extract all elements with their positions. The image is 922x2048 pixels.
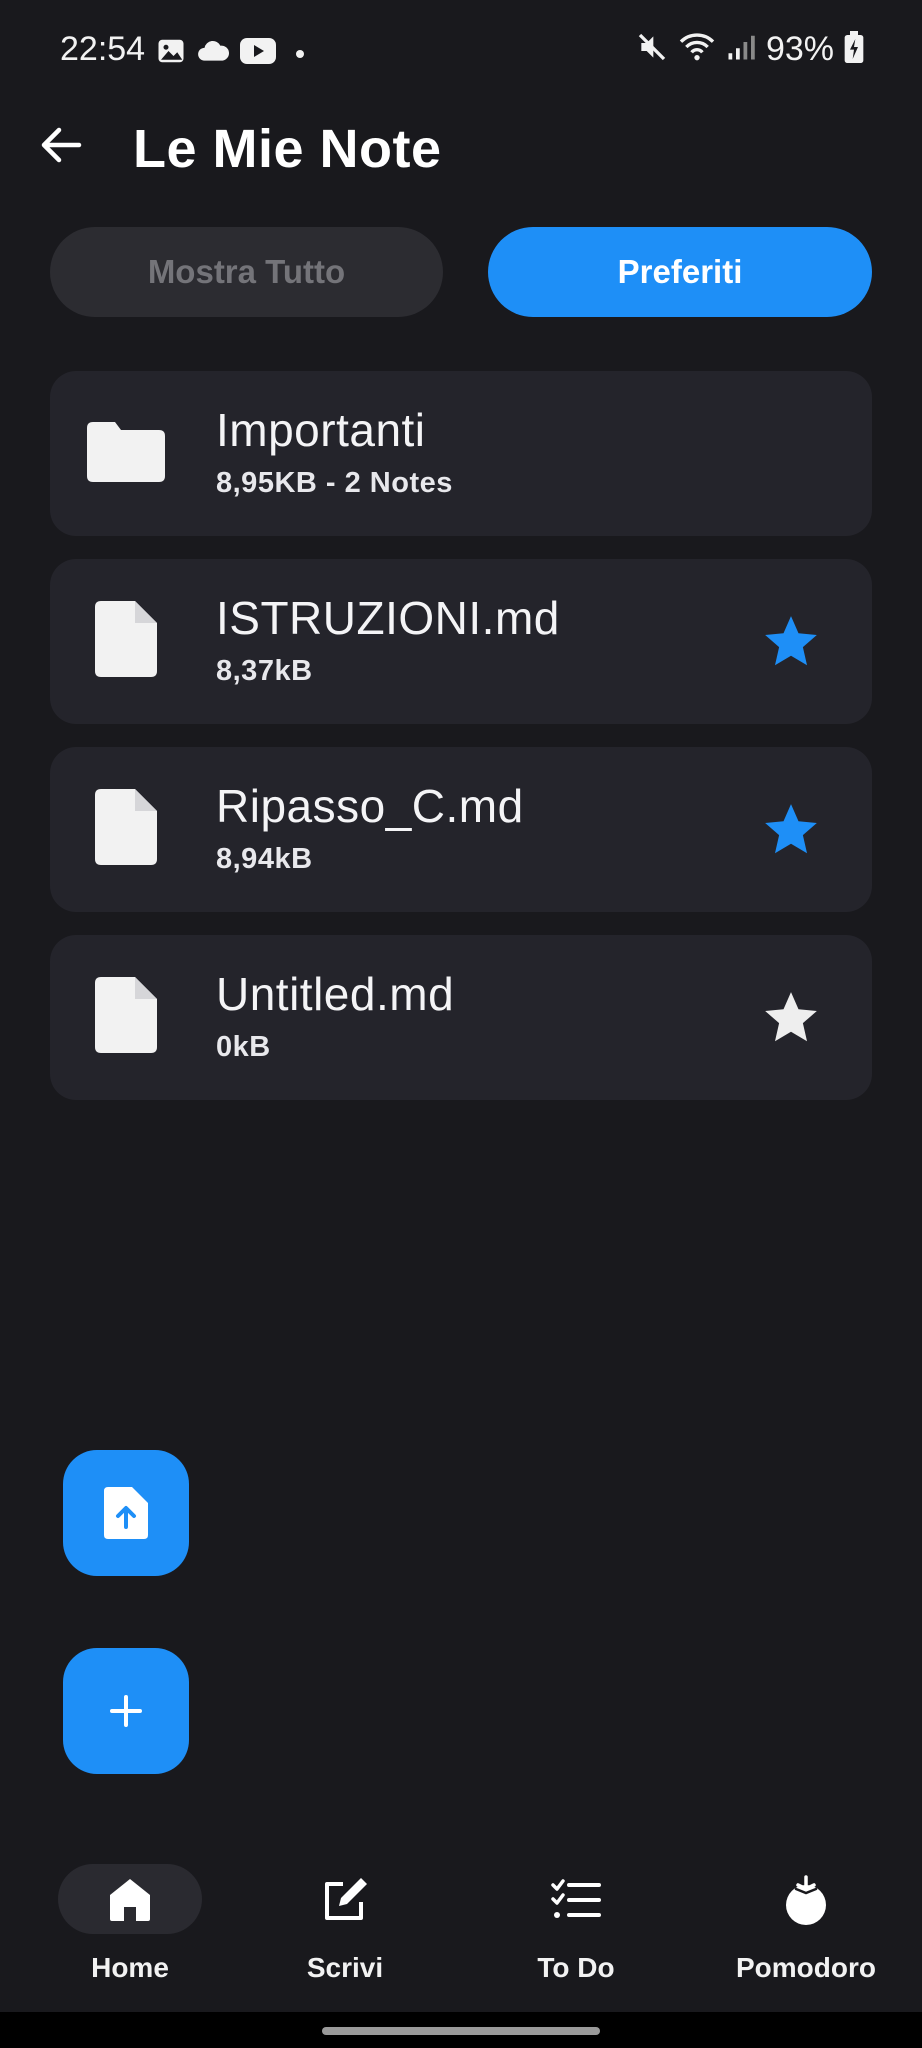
nav-pomodoro-label: Pomodoro xyxy=(736,1952,876,1983)
checklist-icon xyxy=(546,1870,606,1930)
nav-pomodoro[interactable]: Pomodoro xyxy=(706,1848,906,1998)
status-time: 22:54 xyxy=(60,30,146,68)
item-subtitle: 0kB xyxy=(216,1031,271,1063)
folder-item-importanti[interactable]: Importanti 8,95KB - 2 Notes xyxy=(50,371,872,536)
folder-icon xyxy=(86,411,166,491)
file-icon xyxy=(86,787,166,867)
item-subtitle: 8,95KB - 2 Notes xyxy=(216,467,453,499)
status-system-icons: 93% xyxy=(636,30,864,69)
nav-todo[interactable]: To Do xyxy=(476,1848,676,1998)
dot-icon xyxy=(296,49,304,58)
back-button[interactable] xyxy=(36,120,86,170)
battery-charging-icon xyxy=(844,31,864,68)
favorites-button[interactable]: Preferiti xyxy=(488,227,872,317)
arrow-back-icon xyxy=(41,127,82,163)
item-title: Untitled.md xyxy=(216,968,455,1020)
signal-icon xyxy=(726,32,756,67)
battery-percent: 93% xyxy=(765,30,834,68)
bottom-navigation: Home Scrivi To Do Pomodoro xyxy=(0,1848,922,2008)
file-icon xyxy=(86,975,166,1055)
upload-file-button[interactable] xyxy=(63,1450,189,1576)
tomato-icon xyxy=(776,1870,836,1930)
nav-home[interactable]: Home xyxy=(15,1848,215,1998)
nav-scrivi-label: Scrivi xyxy=(306,1952,384,1983)
item-subtitle: 8,94kB xyxy=(216,843,313,875)
plus-icon xyxy=(110,1695,142,1727)
nav-todo-label: To Do xyxy=(537,1952,615,1983)
status-notification-icons xyxy=(156,36,304,71)
file-item-istruzioni[interactable]: ISTRUZIONI.md 8,37kB xyxy=(50,559,872,724)
file-icon xyxy=(86,599,166,679)
star-filled-icon[interactable] xyxy=(760,799,822,861)
home-icon xyxy=(100,1870,160,1930)
nav-home-label: Home xyxy=(91,1952,169,1983)
show-all-button[interactable]: Mostra Tutto xyxy=(50,227,443,317)
page-title: Le Mie Note xyxy=(133,119,442,179)
file-item-untitled[interactable]: Untitled.md 0kB xyxy=(50,935,872,1100)
item-title: Importanti xyxy=(216,404,426,456)
item-subtitle: 8,37kB xyxy=(216,655,313,687)
file-upload-icon xyxy=(104,1487,148,1539)
item-title: Ripasso_C.md xyxy=(216,780,524,832)
gesture-bar[interactable] xyxy=(322,2027,600,2035)
status-bar: 22:54 93% xyxy=(0,0,922,105)
edit-icon xyxy=(315,1870,375,1930)
youtube-icon xyxy=(240,37,276,70)
image-icon xyxy=(156,36,186,71)
star-filled-icon[interactable] xyxy=(760,611,822,673)
nav-scrivi[interactable]: Scrivi xyxy=(245,1848,445,1998)
file-item-ripasso-c[interactable]: Ripasso_C.md 8,94kB xyxy=(50,747,872,912)
mute-icon xyxy=(636,31,668,68)
wifi-icon xyxy=(678,31,716,68)
cloud-icon xyxy=(196,38,230,69)
item-title: ISTRUZIONI.md xyxy=(216,592,560,644)
add-note-button[interactable] xyxy=(63,1648,189,1774)
star-icon[interactable] xyxy=(760,987,822,1049)
